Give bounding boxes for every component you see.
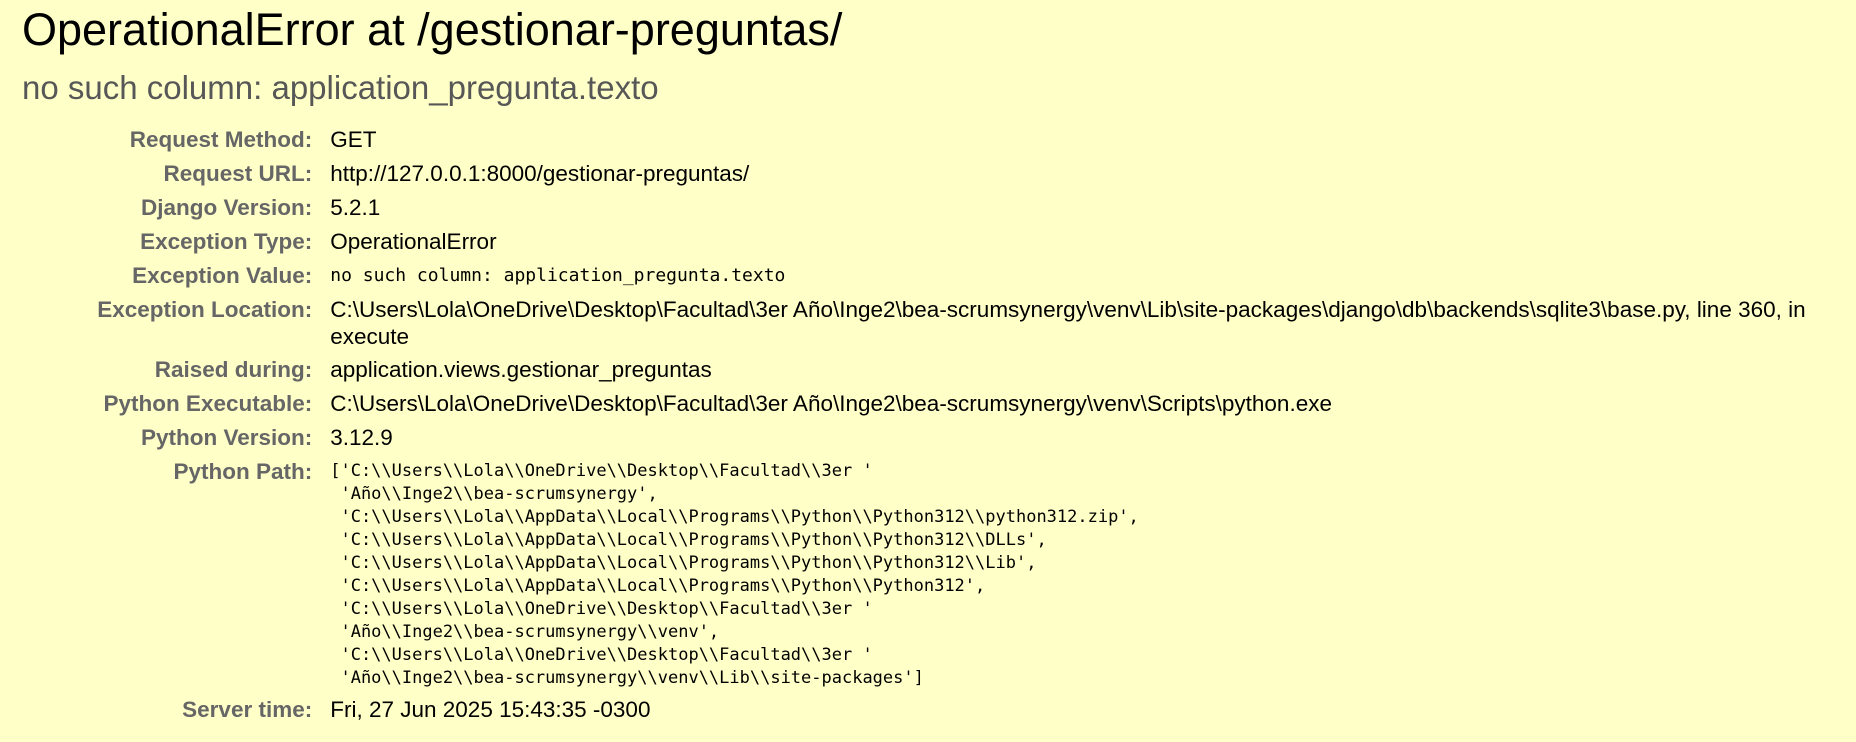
python-path-line: 'C:\\Users\\Lola\\AppData\\Local\\Progra… [330, 507, 1139, 527]
meta-row-exception-location: Exception Location: C:\Users\Lola\OneDri… [22, 293, 1834, 353]
meta-value: http://127.0.0.1:8000/gestionar-pregunta… [330, 161, 750, 186]
meta-label: Request Method: [129, 127, 313, 152]
meta-row-exception-value: Exception Value: no such column: applica… [22, 259, 1834, 293]
python-path-list: ['C:\\Users\\Lola\\OneDrive\\Desktop\\Fa… [330, 458, 1834, 690]
python-path-line: 'C:\\Users\\Lola\\AppData\\Local\\Progra… [330, 576, 986, 596]
error-summary: OperationalError at /gestionar-preguntas… [0, 0, 1856, 727]
python-path-line: 'C:\\Users\\Lola\\AppData\\Local\\Progra… [330, 530, 1047, 550]
meta-label: Python Path: [173, 459, 313, 484]
meta-value: Fri, 27 Jun 2025 15:43:35 -0300 [330, 697, 651, 722]
meta-row-python-executable: Python Executable: C:\Users\Lola\OneDriv… [22, 387, 1834, 421]
exception-subtitle: no such column: application_pregunta.tex… [22, 69, 659, 106]
meta-label: Raised during: [154, 357, 313, 382]
meta-row-python-version: Python Version: 3.12.9 [22, 421, 1834, 455]
meta-label: Python Version: [140, 425, 313, 450]
meta-value: 5.2.1 [330, 195, 381, 220]
python-path-line: 'C:\\Users\\Lola\\OneDrive\\Desktop\\Fac… [330, 645, 873, 665]
meta-row-python-path: Python Path: ['C:\\Users\\Lola\\OneDrive… [22, 455, 1834, 693]
meta-row-request-method: Request Method: GET [22, 123, 1834, 157]
meta-row-exception-type: Exception Type: OperationalError [22, 225, 1834, 259]
meta-row-raised-during: Raised during: application.views.gestion… [22, 353, 1834, 387]
meta-row-django-version: Django Version: 5.2.1 [22, 191, 1834, 225]
python-path-line: 'Año\\Inge2\\bea-scrumsynergy\\venv', [330, 622, 720, 642]
meta-value: 3.12.9 [330, 425, 393, 450]
meta-value: ['C:\\Users\\Lola\\OneDrive\\Desktop\\Fa… [330, 455, 1834, 693]
meta-label: Exception Value: [132, 263, 313, 288]
meta-label: Exception Location: [97, 297, 313, 322]
meta-value: C:\Users\Lola\OneDrive\Desktop\Facultad\… [330, 297, 1806, 349]
meta-value: C:\Users\Lola\OneDrive\Desktop\Facultad\… [330, 391, 1332, 416]
meta-label: Request URL: [163, 161, 313, 186]
python-path-line: ['C:\\Users\\Lola\\OneDrive\\Desktop\\Fa… [330, 461, 873, 481]
meta-label: Python Executable: [103, 391, 313, 416]
meta-label: Django Version: [140, 195, 313, 220]
exception-value-text: no such column: application_pregunta.tex… [330, 265, 786, 286]
meta-row-request-url: Request URL: http://127.0.0.1:8000/gesti… [22, 157, 1834, 191]
meta-row-server-time: Server time: Fri, 27 Jun 2025 15:43:35 -… [22, 693, 1834, 727]
page-title: OperationalError at /gestionar-preguntas… [22, 4, 843, 55]
python-path-line: 'C:\\Users\\Lola\\OneDrive\\Desktop\\Fac… [330, 599, 873, 619]
python-path-line: 'C:\\Users\\Lola\\AppData\\Local\\Progra… [330, 553, 1037, 573]
meta-value: no such column: application_pregunta.tex… [330, 259, 1834, 293]
meta-value: GET [330, 127, 377, 152]
meta-label: Exception Type: [140, 229, 313, 254]
meta-value: OperationalError [330, 229, 497, 254]
meta-label: Server time: [182, 697, 313, 722]
request-meta-table: Request Method: GET Request URL: http://… [22, 123, 1834, 727]
meta-value: application.views.gestionar_preguntas [330, 357, 712, 382]
python-path-line: 'Año\\Inge2\\bea-scrumsynergy\\venv\\Lib… [330, 668, 924, 688]
python-path-line: 'Año\\Inge2\\bea-scrumsynergy', [330, 484, 658, 504]
